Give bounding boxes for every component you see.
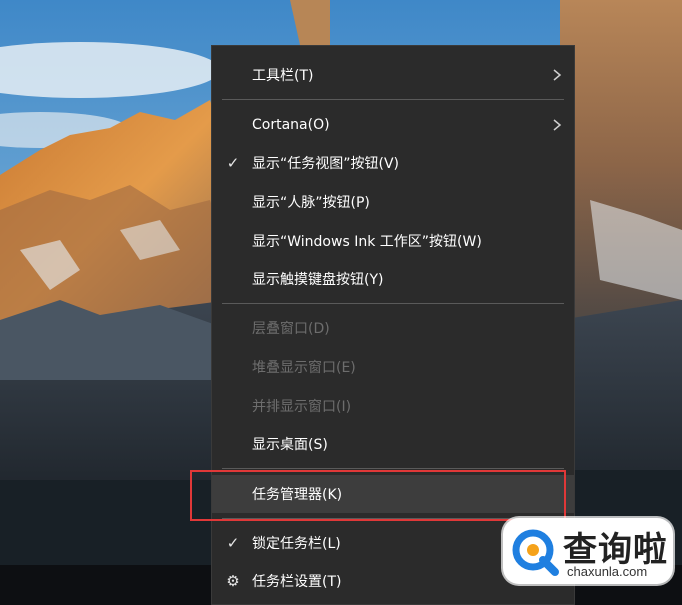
watermark-logo: 查询啦 chaxunla.com: [503, 518, 673, 584]
menu-item-cortana[interactable]: Cortana(O): [212, 106, 574, 144]
menu-item-task-manager[interactable]: 任务管理器(K): [212, 475, 574, 513]
checkmark-icon: ✓: [226, 534, 240, 552]
menu-item-label: 任务栏设置(T): [252, 574, 342, 590]
menu-item-label: Cortana(O): [252, 117, 330, 133]
chevron-right-icon: [553, 69, 562, 81]
menu-separator: [222, 303, 564, 304]
menu-item-toolbars[interactable]: 工具栏(T): [212, 56, 574, 94]
menu-item-show-windows-ink-button[interactable]: 显示“Windows Ink 工作区”按钮(W): [212, 222, 574, 260]
menu-item-cascade-windows: 层叠窗口(D): [212, 309, 574, 347]
menu-item-label: 堆叠显示窗口(E): [252, 360, 356, 376]
menu-item-label: 显示“任务视图”按钮(V): [252, 156, 400, 172]
menu-item-stack-windows: 堆叠显示窗口(E): [212, 348, 574, 386]
chevron-right-icon: [553, 119, 562, 131]
menu-item-side-by-side-windows: 并排显示窗口(I): [212, 387, 574, 425]
menu-item-show-desktop[interactable]: 显示桌面(S): [212, 425, 574, 463]
gear-icon: ⚙: [226, 572, 240, 590]
menu-item-show-touch-keyboard-button[interactable]: 显示触摸键盘按钮(Y): [212, 260, 574, 298]
watermark-domain-text: chaxunla.com: [567, 564, 648, 579]
menu-item-label: 显示桌面(S): [252, 437, 328, 453]
chaxunla-logo-icon: [512, 529, 559, 576]
menu-item-label: 锁定任务栏(L): [252, 536, 341, 552]
menu-separator: [222, 468, 564, 469]
menu-item-label: 工具栏(T): [252, 68, 314, 84]
menu-item-label: 任务管理器(K): [252, 487, 343, 503]
menu-item-label: 显示“人脉”按钮(P): [252, 195, 370, 211]
menu-item-show-task-view-button[interactable]: ✓ 显示“任务视图”按钮(V): [212, 144, 574, 182]
menu-separator: [222, 99, 564, 100]
menu-item-show-people-button[interactable]: 显示“人脉”按钮(P): [212, 183, 574, 221]
menu-item-label: 显示触摸键盘按钮(Y): [252, 272, 384, 288]
menu-item-label: 层叠窗口(D): [252, 321, 330, 337]
checkmark-icon: ✓: [226, 154, 240, 172]
menu-item-label: 显示“Windows Ink 工作区”按钮(W): [252, 234, 482, 250]
menu-item-label: 并排显示窗口(I): [252, 399, 352, 415]
